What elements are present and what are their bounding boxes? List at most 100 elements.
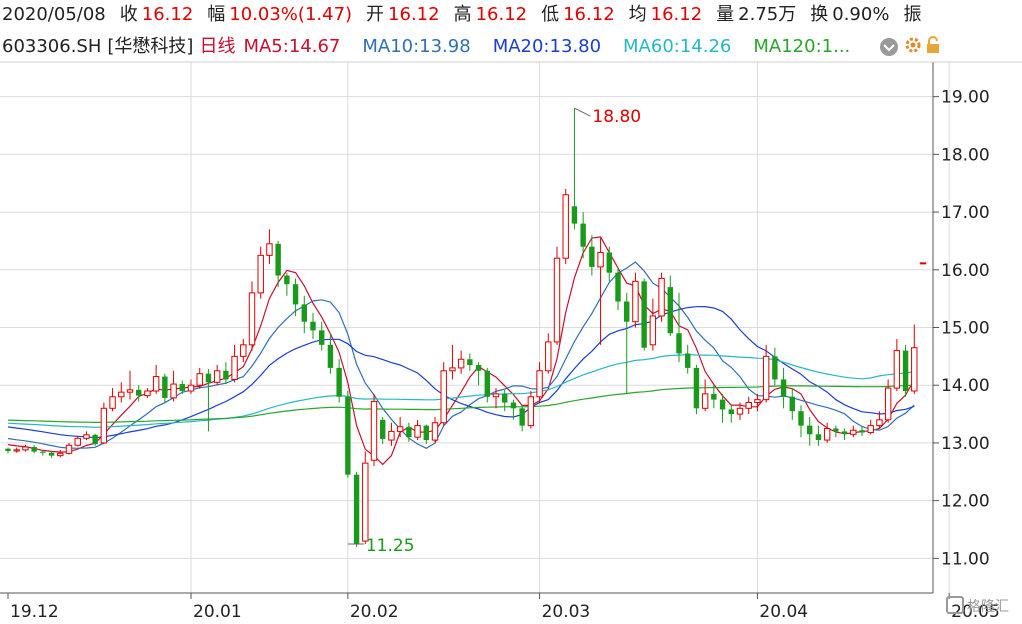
candle-down [484, 370, 490, 397]
y-tick-label: 12.00 [941, 492, 990, 512]
y-tick-label: 16.00 [941, 261, 990, 281]
y-tick-label: 11.00 [941, 549, 990, 569]
candle-down [310, 321, 316, 331]
candle-up [388, 430, 395, 441]
candle-up [867, 425, 874, 434]
candle-down [510, 402, 517, 409]
y-tick-label: 13.00 [941, 434, 990, 454]
candle-down [676, 333, 682, 354]
candle-up [231, 355, 238, 380]
candle-up [74, 437, 81, 446]
candle-down [5, 448, 11, 452]
candle-up [118, 391, 125, 398]
x-tick-label: 20.03 [542, 602, 591, 622]
candle-down [728, 409, 734, 415]
candle-down [624, 301, 630, 322]
candle-down [179, 384, 185, 391]
candle-up [745, 402, 752, 409]
candle-up [22, 446, 29, 451]
candle-up [850, 429, 857, 435]
candle-up [414, 425, 421, 438]
candle-up [196, 373, 203, 386]
x-tick-label: 20.04 [759, 602, 808, 622]
candle-up [83, 434, 90, 439]
y-tick-label: 17.00 [941, 203, 990, 223]
y-tick-label: 19.00 [941, 88, 990, 108]
candle-up [911, 347, 918, 392]
candle-up [553, 257, 561, 343]
candle-up [170, 383, 177, 399]
candle-down [772, 356, 778, 380]
candle-up [100, 407, 108, 444]
candle-down [406, 426, 412, 438]
candle-down [807, 425, 813, 435]
candle-down [162, 376, 168, 398]
candle-up [13, 449, 20, 452]
candle-down [284, 275, 290, 285]
candle-down [502, 393, 508, 403]
candle-up [823, 428, 831, 441]
candle-up [492, 393, 500, 398]
candle-up [57, 452, 64, 457]
candle-down [685, 353, 691, 368]
candle-down [615, 272, 621, 302]
candle-up [396, 426, 404, 432]
candle-up [527, 396, 535, 427]
candle-down [301, 304, 307, 322]
candle-up [536, 370, 543, 398]
candle-up [449, 367, 456, 372]
candle-down [571, 206, 578, 224]
candle-down [423, 425, 429, 441]
candle-down [606, 252, 612, 273]
candle-up [126, 389, 134, 393]
candle-up [257, 254, 264, 294]
candle-up [893, 350, 901, 389]
candle-down [336, 367, 342, 397]
y-tick-label: 15.00 [941, 319, 990, 339]
candle-up [187, 384, 195, 392]
candle-up [658, 277, 665, 317]
candle-up [701, 393, 709, 409]
y-tick-label: 18.00 [941, 145, 990, 165]
candle-up [884, 387, 892, 421]
candle-down [841, 431, 848, 435]
candle-up [370, 400, 378, 461]
candle-up [597, 251, 604, 268]
candle-down [292, 284, 299, 305]
candle-down [467, 359, 473, 366]
candle-up [248, 292, 256, 346]
candle-up [431, 422, 439, 441]
candle-down [319, 330, 325, 345]
candle-up [562, 194, 569, 259]
candle-down [353, 474, 360, 544]
candle-up [876, 419, 883, 427]
candle-down [711, 393, 717, 400]
candle-down [780, 379, 787, 397]
candle-down [205, 373, 212, 383]
candlestick-chart: 19.00 18.00 17.00 16.00 15.00 14.00 13.00 12.00… [0, 61, 1022, 622]
candle-down [40, 451, 46, 453]
candle-down [789, 396, 795, 412]
x-tick-label: 20.02 [350, 602, 399, 622]
watermark-logo-icon [946, 596, 964, 614]
candle-down [902, 350, 909, 391]
watermark-text: 格隆汇 [967, 599, 1009, 615]
x-tick-label: 20.01 [193, 602, 242, 622]
candle-down [519, 408, 525, 426]
candle-up [144, 390, 151, 397]
candle-down [589, 246, 595, 267]
candle-up [362, 462, 369, 542]
candle-down [719, 399, 726, 410]
candle-up [736, 407, 744, 415]
candle-up [649, 315, 657, 346]
candle-up [919, 262, 927, 265]
candle-down [815, 434, 822, 441]
y-tick-label: 14.00 [941, 376, 990, 396]
candle-down [798, 411, 804, 426]
candle-up [754, 399, 761, 404]
candle-down [223, 370, 229, 380]
candle-up [213, 370, 221, 383]
candle-up [545, 341, 552, 372]
candle-up [109, 396, 116, 409]
candle-down [31, 446, 37, 452]
